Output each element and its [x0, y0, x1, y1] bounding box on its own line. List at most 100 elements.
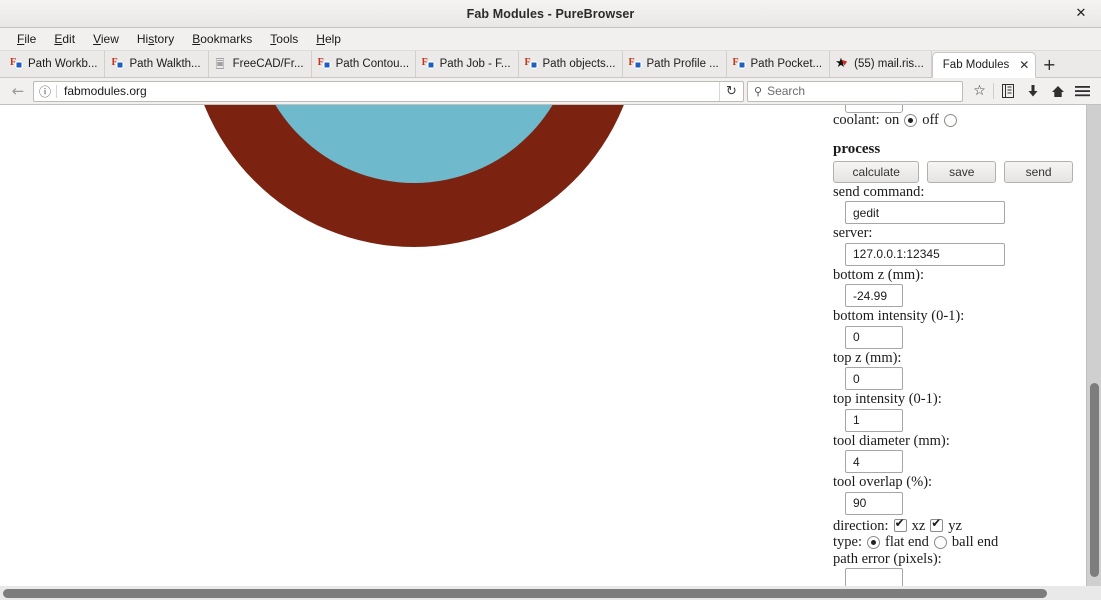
download-arrow-glyph	[1028, 85, 1037, 97]
reload-icon[interactable]: ↻	[719, 81, 743, 101]
bottom-intensity-label: bottom intensity (0-1):	[833, 308, 965, 324]
search-box[interactable]: ⚲ Search	[747, 80, 963, 102]
tool-diameter-input[interactable]	[845, 450, 903, 473]
title-bar: Fab Modules - PureBrowser ✕	[0, 0, 1101, 28]
page-content: coolant: on off process calculate save s…	[0, 105, 1086, 586]
coolant-label: coolant:	[833, 112, 880, 128]
process-heading: process	[833, 140, 881, 157]
path-error-label: path error (pixels):	[833, 550, 942, 567]
bottom-z-input[interactable]	[845, 284, 903, 307]
freecad-favicon-icon	[111, 57, 125, 71]
star-favicon-icon	[835, 56, 849, 71]
menu-item-help[interactable]: Help	[307, 30, 350, 48]
tab-label: Path Job - F...	[439, 58, 511, 70]
top-z-label: top z (mm):	[833, 349, 902, 366]
vertical-scrollbar-thumb[interactable]	[1090, 383, 1099, 577]
send-command-input[interactable]	[845, 201, 1005, 224]
search-placeholder: Search	[767, 84, 806, 98]
back-icon[interactable]: ←	[6, 80, 30, 102]
top-z-input[interactable]	[845, 367, 903, 390]
hamburger-menu-icon[interactable]	[1070, 80, 1095, 102]
tab-label: Path objects...	[542, 58, 615, 70]
tab-freecad-fr[interactable]: FreeCAD/Fr...	[209, 51, 312, 77]
page-viewport: coolant: on off process calculate save s…	[0, 105, 1101, 600]
tab-label: Fab Modules	[942, 59, 1010, 71]
type-ball-end-radio[interactable]	[933, 535, 947, 549]
tab-path-walkthrough[interactable]: Path Walkth...	[105, 51, 209, 77]
menu-item-file[interactable]: File	[8, 30, 45, 48]
direction-yz-checkbox[interactable]	[930, 517, 944, 533]
site-identity-icon[interactable]: ⓘ	[34, 82, 56, 101]
direction-xz-checkbox[interactable]	[893, 517, 907, 533]
tab-label: Path Pocket...	[750, 58, 823, 70]
tool-overlap-input[interactable]	[845, 491, 903, 515]
server-input[interactable]	[845, 242, 1005, 266]
server-label: server:	[833, 225, 873, 241]
search-icon: ⚲	[754, 84, 763, 98]
tool-diameter-label: tool diameter (mm):	[833, 432, 950, 449]
bookmark-star-icon[interactable]: ☆	[967, 80, 992, 102]
close-icon[interactable]: ✕	[1019, 59, 1029, 71]
tab-path-job[interactable]: Path Job - F...	[416, 51, 519, 77]
bottom-intensity-input[interactable]	[845, 325, 903, 349]
menu-item-history[interactable]: History	[128, 30, 183, 48]
send-command-label: send command:	[833, 183, 925, 200]
type-flat-end-radio[interactable]	[867, 535, 880, 549]
fab-modules-settings-form: coolant: on off process calculate save s…	[833, 105, 1073, 586]
tab-mail-risd[interactable]: (55) mail.ris...	[830, 51, 932, 77]
horizontal-scrollbar-thumb[interactable]	[3, 589, 1047, 598]
process-button-row: calculate save send	[833, 160, 1073, 183]
tool-overlap-label: tool overlap (%):	[833, 474, 933, 490]
tab-path-contour[interactable]: Path Contou...	[312, 51, 416, 77]
url-bar[interactable]: ⓘ fabmodules.org ↻	[33, 80, 744, 102]
hamburger-glyph	[1075, 86, 1090, 97]
bottom-z-label: bottom z (mm):	[833, 266, 925, 283]
freecad-favicon-icon	[422, 57, 435, 71]
calculate-button[interactable]: calculate	[833, 160, 920, 183]
menu-item-bookmarks[interactable]: Bookmarks	[183, 30, 261, 48]
menu-bar: File Edit View History Bookmarks Tools H…	[0, 28, 1101, 51]
navigation-toolbar: ← ⓘ fabmodules.org ↻ ⚲ Search ☆	[0, 78, 1101, 105]
menu-item-view[interactable]: View	[84, 30, 128, 48]
home-glyph	[1051, 85, 1064, 97]
freecad-favicon-icon	[525, 57, 538, 71]
tab-path-objects[interactable]: Path objects...	[519, 51, 623, 77]
save-button[interactable]: save	[927, 160, 997, 183]
freecad-favicon-icon	[10, 57, 23, 71]
coolant-on-label: on	[884, 112, 900, 128]
url-text[interactable]: fabmodules.org	[57, 84, 719, 98]
direction-yz-label: yz	[948, 517, 962, 534]
tab-label: FreeCAD/Fr...	[232, 58, 304, 70]
type-ball-end-label: ball end	[951, 534, 999, 550]
tab-fab-modules[interactable]: Fab Modules ✕	[931, 52, 1037, 78]
horizontal-scrollbar[interactable]	[0, 586, 1086, 600]
coolant-off-label: off	[922, 112, 939, 128]
tab-label: Path Walkth...	[129, 58, 201, 70]
tab-label: Path Contou...	[335, 58, 408, 70]
direction-xz-label: xz	[911, 517, 926, 534]
downloads-icon[interactable]	[1020, 80, 1045, 102]
type-label: type:	[833, 534, 862, 550]
new-tab-button[interactable]: +	[1036, 51, 1062, 77]
coolant-off-radio[interactable]	[943, 113, 957, 127]
tab-path-pocket[interactable]: Path Pocket...	[727, 51, 831, 77]
tab-path-profile[interactable]: Path Profile ...	[623, 51, 727, 77]
home-icon[interactable]	[1045, 80, 1070, 102]
coolant-on-radio[interactable]	[904, 113, 918, 127]
menu-item-edit[interactable]: Edit	[45, 30, 84, 48]
top-intensity-label: top intensity (0-1):	[833, 391, 942, 407]
library-icon[interactable]	[995, 80, 1020, 102]
vertical-scrollbar[interactable]	[1086, 105, 1101, 586]
type-flat-end-label: flat end	[885, 534, 929, 550]
freecad-favicon-icon	[629, 57, 642, 71]
toolpath-preview-graphic[interactable]	[188, 105, 640, 247]
top-intensity-input[interactable]	[845, 408, 903, 432]
path-error-input[interactable]	[845, 568, 903, 586]
scrollbar-corner	[1086, 586, 1101, 600]
menu-item-tools[interactable]: Tools	[261, 30, 307, 48]
tab-path-workbench[interactable]: Path Workb...	[4, 51, 106, 77]
tab-label: (55) mail.ris...	[854, 58, 924, 70]
window-close-button[interactable]: ✕	[1073, 6, 1089, 22]
coolant-row: coolant: on off	[833, 113, 1073, 128]
send-button[interactable]: send	[1004, 160, 1073, 183]
